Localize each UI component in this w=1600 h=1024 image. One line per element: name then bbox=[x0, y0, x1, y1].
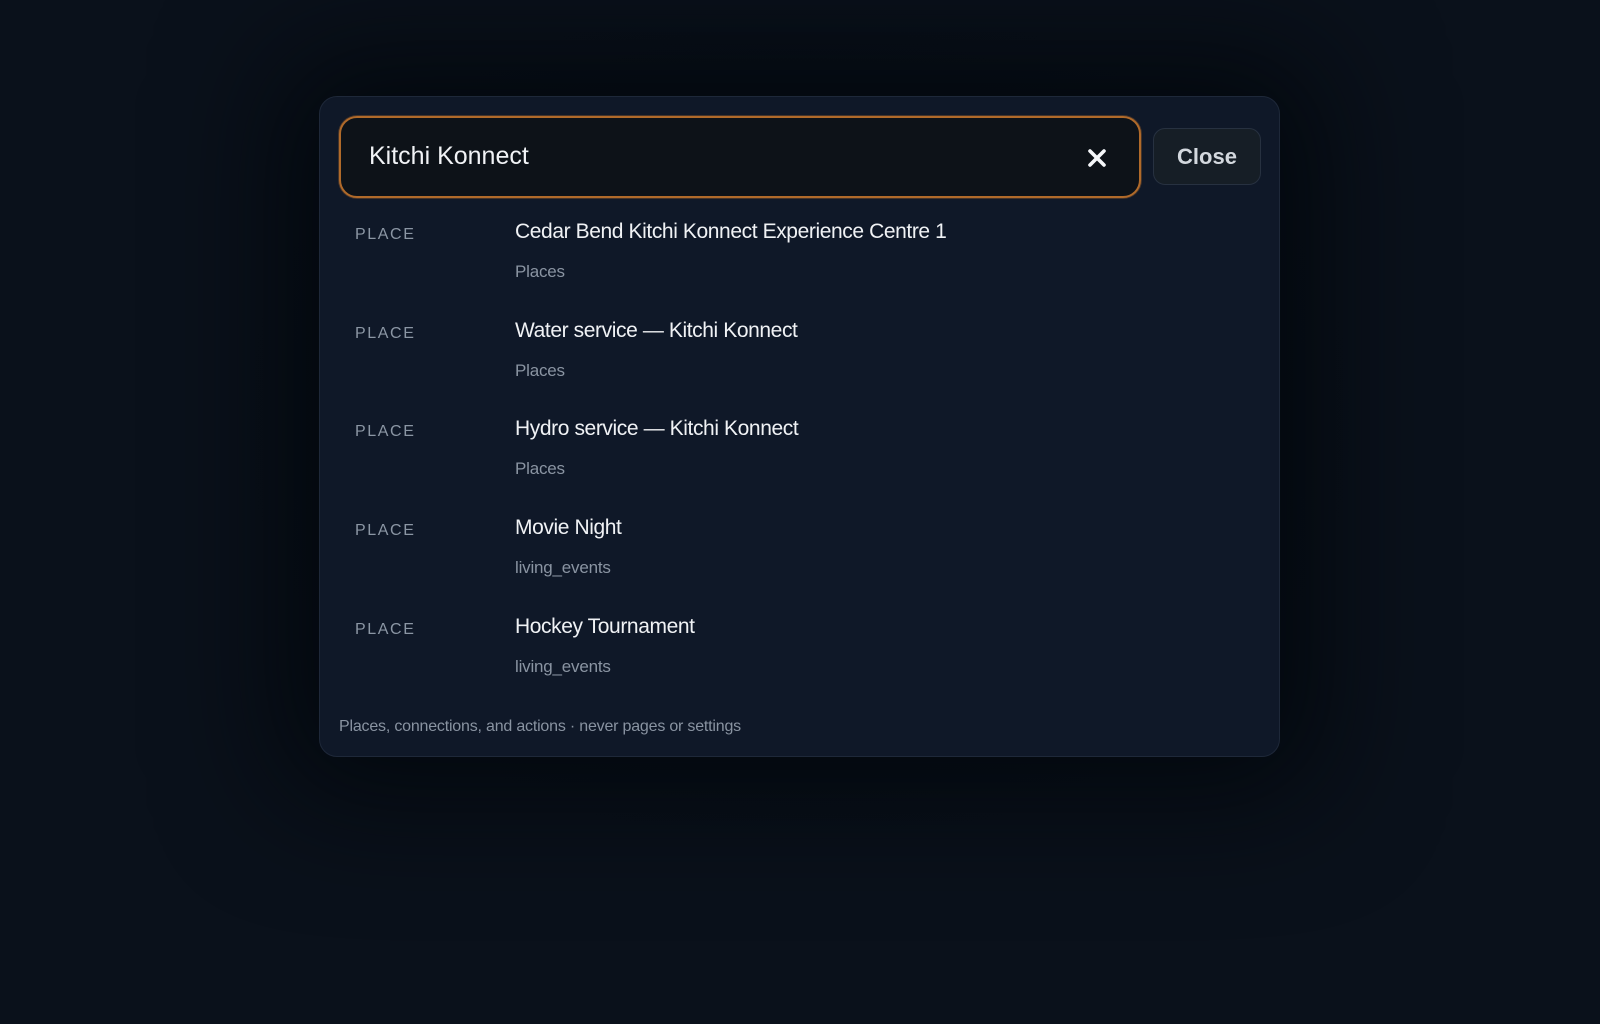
result-type-label: PLACE bbox=[355, 621, 416, 638]
result-type-label: PLACE bbox=[355, 423, 416, 440]
result-subtitle: living_events bbox=[515, 657, 611, 676]
result-item[interactable]: PLACE Water service — Kitchi Konnect Pla… bbox=[334, 311, 1264, 401]
result-title: Movie Night bbox=[515, 516, 622, 539]
close-button[interactable]: Close bbox=[1153, 128, 1261, 185]
result-type-label: PLACE bbox=[355, 226, 416, 243]
result-title: Hydro service — Kitchi Konnect bbox=[515, 417, 799, 440]
result-item[interactable]: PLACE Cedar Bend Kitchi Konnect Experien… bbox=[334, 212, 1264, 302]
result-title: Cedar Bend Kitchi Konnect Experience Cen… bbox=[515, 220, 947, 243]
result-item[interactable]: PLACE Hockey Tournament living_events bbox=[334, 607, 1264, 697]
result-item[interactable]: PLACE Hydro service — Kitchi Konnect Pla… bbox=[334, 409, 1264, 499]
result-type-label: PLACE bbox=[355, 325, 416, 342]
result-title: Water service — Kitchi Konnect bbox=[515, 319, 798, 342]
search-input[interactable] bbox=[369, 136, 1049, 176]
result-item[interactable]: PLACE Movie Night living_events bbox=[334, 508, 1264, 598]
clear-search-button[interactable] bbox=[1077, 138, 1117, 178]
search-row: Close bbox=[339, 116, 1261, 198]
close-x-icon[interactable] bbox=[1086, 147, 1108, 169]
search-box[interactable] bbox=[339, 116, 1141, 198]
result-subtitle: Places bbox=[515, 459, 565, 478]
result-subtitle: Places bbox=[515, 361, 565, 380]
result-subtitle: living_events bbox=[515, 558, 611, 577]
result-subtitle: Places bbox=[515, 262, 565, 281]
result-type-label: PLACE bbox=[355, 522, 416, 539]
footer-hint: Places, connections, and actions · never… bbox=[339, 718, 741, 735]
command-palette: Close PLACE Cedar Bend Kitchi Konnect Ex… bbox=[319, 96, 1280, 757]
result-title: Hockey Tournament bbox=[515, 615, 695, 638]
